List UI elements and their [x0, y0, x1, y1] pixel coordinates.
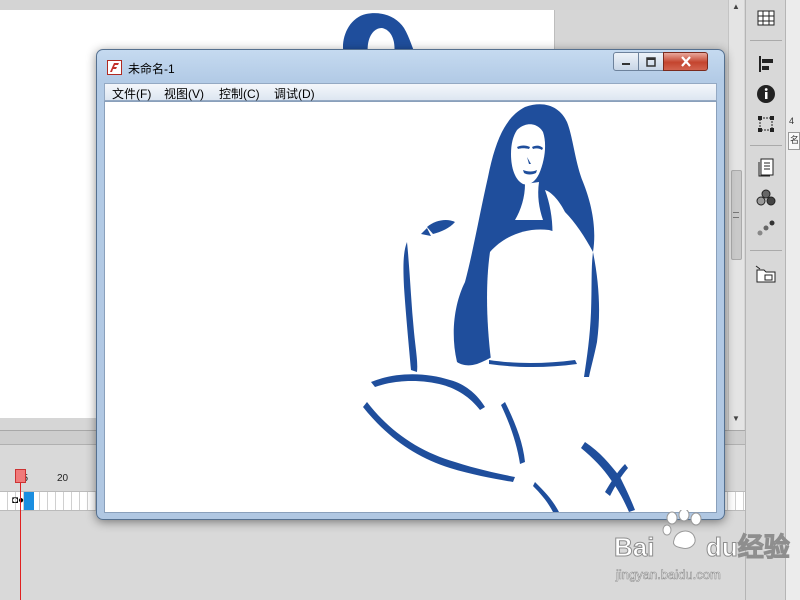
close-button[interactable]: [663, 52, 708, 71]
window-menubar: 文件(F) 视图(V) 控制(C) 调试(D): [104, 83, 717, 101]
minimize-icon: [622, 62, 630, 65]
transform-icon[interactable]: [753, 112, 779, 136]
window-title: 未命名-1: [128, 62, 175, 76]
menu-view[interactable]: 视图(V): [164, 85, 204, 102]
menu-control[interactable]: 控制(C): [219, 85, 260, 102]
frame-number-label: 20: [57, 473, 69, 484]
info-icon[interactable]: [753, 82, 779, 106]
tool-separator: [750, 250, 782, 251]
menu-debug[interactable]: 调试(D): [274, 85, 315, 102]
maximize-icon: [646, 56, 656, 67]
align-grid-icon[interactable]: [753, 6, 779, 30]
svg-text:Bai: Bai: [614, 532, 654, 562]
playhead-handle[interactable]: [15, 469, 26, 483]
baidu-jingyan-watermark: Bai du经验 jingyan.baidu.com: [614, 510, 790, 582]
scrollbar-grip-icon: [733, 212, 739, 218]
tool-separator: [750, 145, 782, 146]
scroll-up-arrow-icon[interactable]: ▲: [732, 2, 740, 11]
stage-vertical-scrollbar[interactable]: ▲ ▼: [728, 0, 744, 430]
panel-name-tab[interactable]: 名: [788, 132, 800, 150]
window-titlebar[interactable]: 未命名-1: [97, 50, 724, 82]
tool-separator: [750, 40, 782, 41]
keyframe-icon[interactable]: ◘●: [12, 495, 24, 506]
watermark-url: jingyan.baidu.com: [615, 567, 721, 582]
minimize-button[interactable]: [613, 52, 639, 71]
components-icon[interactable]: [753, 186, 779, 210]
motion-presets-icon[interactable]: [753, 216, 779, 240]
panel-partial-text: 4: [789, 116, 795, 126]
close-icon: [680, 56, 691, 67]
library-icon[interactable]: [753, 156, 779, 180]
stage-top-bar: [0, 0, 745, 10]
playhead-line: [20, 483, 21, 600]
project-folder-icon[interactable]: [753, 262, 779, 286]
align-left-icon[interactable]: [753, 52, 779, 76]
posterized-photo: [363, 104, 635, 512]
preview-window: 未命名-1 文件(F) 视图(V) 控制(C) 调试(D): [96, 49, 725, 520]
movie-content-area[interactable]: [104, 101, 717, 513]
svg-text:du经验: du经验: [706, 532, 790, 562]
maximize-button[interactable]: [638, 52, 664, 71]
flash-app-icon: [107, 60, 122, 75]
menu-file[interactable]: 文件(F): [112, 85, 151, 102]
selected-frames[interactable]: [24, 492, 34, 510]
scroll-down-arrow-icon[interactable]: ▼: [732, 414, 740, 423]
